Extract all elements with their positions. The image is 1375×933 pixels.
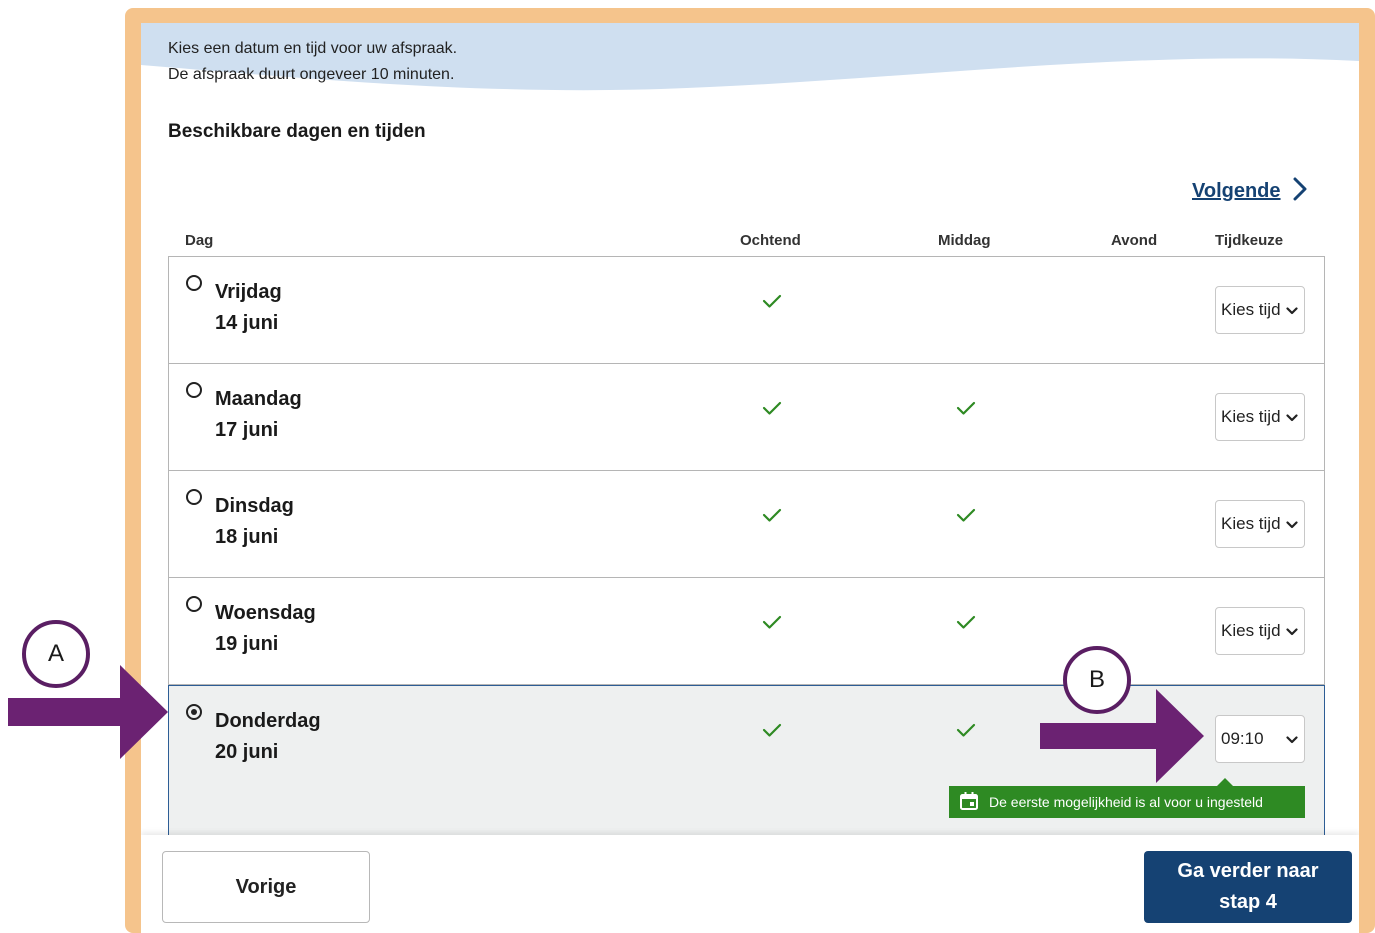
next-week-label[interactable]: Volgende xyxy=(1192,180,1281,203)
weekday: Donderdag xyxy=(215,710,321,732)
morning-checkmark-icon xyxy=(762,293,782,314)
weekday: Dinsdag xyxy=(215,495,294,517)
column-header-morning: Ochtend xyxy=(740,232,801,249)
morning-checkmark-icon xyxy=(762,507,782,528)
arrow-right-icon xyxy=(1040,689,1204,783)
afternoon-checkmark-icon xyxy=(956,614,976,635)
time-select[interactable]: 09:10 xyxy=(1215,715,1305,763)
day-radio-woensdag[interactable] xyxy=(186,596,202,612)
column-header-time-choice: Tijdkeuze xyxy=(1215,232,1284,249)
chevron-down-icon xyxy=(1286,300,1298,320)
afternoon-checkmark-icon xyxy=(956,722,976,743)
continue-label-line-1[interactable]: Ga verder naar xyxy=(1177,856,1318,887)
morning-checkmark-icon xyxy=(762,722,782,743)
weekday: Maandag xyxy=(215,388,302,410)
annotation-marker-b: B xyxy=(1063,646,1131,714)
continue-step-4-button[interactable]: Ga verder naar stap 4 xyxy=(1144,851,1352,923)
column-header-afternoon: Middag xyxy=(938,232,991,249)
first-slot-tooltip: De eerste mogelijkheid is al voor u inge… xyxy=(949,778,1305,818)
day-radio-vrijdag[interactable] xyxy=(186,275,202,291)
date: 20 juni xyxy=(215,741,279,763)
day-row-maandag[interactable]: Maandag 17 juni Kies tijd xyxy=(168,364,1325,471)
section-heading: Beschikbare dagen en tijden xyxy=(168,121,426,142)
intro-line-2: De afspraak duurt ongeveer 10 minuten. xyxy=(168,66,455,83)
time-select-value: Kies tijd xyxy=(1221,514,1281,533)
morning-checkmark-icon xyxy=(762,400,782,421)
date: 14 juni xyxy=(215,312,279,334)
time-select-value: Kies tijd xyxy=(1221,621,1281,640)
day-label: Maandag 17 juni xyxy=(215,384,302,446)
calendar-icon xyxy=(959,791,979,814)
intro-text: Kies een datum en tijd voor uw afspraak.… xyxy=(168,36,457,88)
chevron-down-icon xyxy=(1286,729,1298,749)
time-select-value: 09:10 xyxy=(1221,729,1264,748)
morning-checkmark-icon xyxy=(762,614,782,635)
date: 19 juni xyxy=(215,633,279,655)
day-row-dinsdag[interactable]: Dinsdag 18 juni Kies tijd xyxy=(168,471,1325,578)
appointment-panel: Kies een datum en tijd voor uw afspraak.… xyxy=(141,23,1359,933)
intro-line-1: Kies een datum en tijd voor uw afspraak. xyxy=(168,40,458,57)
time-select[interactable]: Kies tijd xyxy=(1215,607,1305,655)
chevron-down-icon xyxy=(1286,621,1298,641)
time-select-value: Kies tijd xyxy=(1221,407,1281,426)
day-row-vrijdag[interactable]: Vrijdag 14 juni Kies tijd xyxy=(168,256,1325,364)
time-select-value: Kies tijd xyxy=(1221,300,1281,319)
tooltip-text: De eerste mogelijkheid is al voor u inge… xyxy=(989,794,1263,810)
weekday: Woensdag xyxy=(215,602,316,624)
day-label: Donderdag 20 juni xyxy=(215,706,321,768)
chevron-down-icon xyxy=(1286,514,1298,534)
time-select[interactable]: Kies tijd xyxy=(1215,286,1305,334)
day-row-woensdag[interactable]: Woensdag 19 juni Kies tijd xyxy=(168,578,1325,685)
afternoon-checkmark-icon xyxy=(956,400,976,421)
next-week-link[interactable]: Volgende xyxy=(1192,177,1307,206)
afternoon-checkmark-icon xyxy=(956,507,976,528)
intro-banner: Kies een datum en tijd voor uw afspraak.… xyxy=(141,23,1359,95)
chevron-down-icon xyxy=(1286,407,1298,427)
day-radio-maandag[interactable] xyxy=(186,382,202,398)
day-radio-dinsdag[interactable] xyxy=(186,489,202,505)
column-header-day: Dag xyxy=(185,232,214,249)
weekday: Vrijdag xyxy=(215,281,282,303)
date: 17 juni xyxy=(215,419,279,441)
day-radio-donderdag[interactable] xyxy=(186,704,202,720)
previous-button[interactable]: Vorige xyxy=(162,851,370,923)
date: 18 juni xyxy=(215,526,279,548)
day-label: Dinsdag 18 juni xyxy=(215,491,294,553)
time-select[interactable]: Kies tijd xyxy=(1215,393,1305,441)
day-label: Vrijdag 14 juni xyxy=(215,277,282,339)
time-select[interactable]: Kies tijd xyxy=(1215,500,1305,548)
continue-label-line-2[interactable]: stap 4 xyxy=(1177,887,1318,918)
annotation-marker-a: A xyxy=(22,620,90,688)
day-label: Woensdag 19 juni xyxy=(215,598,316,660)
footer-bar: Vorige Ga verder naar stap 4 xyxy=(141,835,1359,933)
column-header-evening: Avond xyxy=(1111,232,1158,249)
arrow-right-icon xyxy=(8,665,168,759)
chevron-right-icon[interactable] xyxy=(1293,177,1307,206)
